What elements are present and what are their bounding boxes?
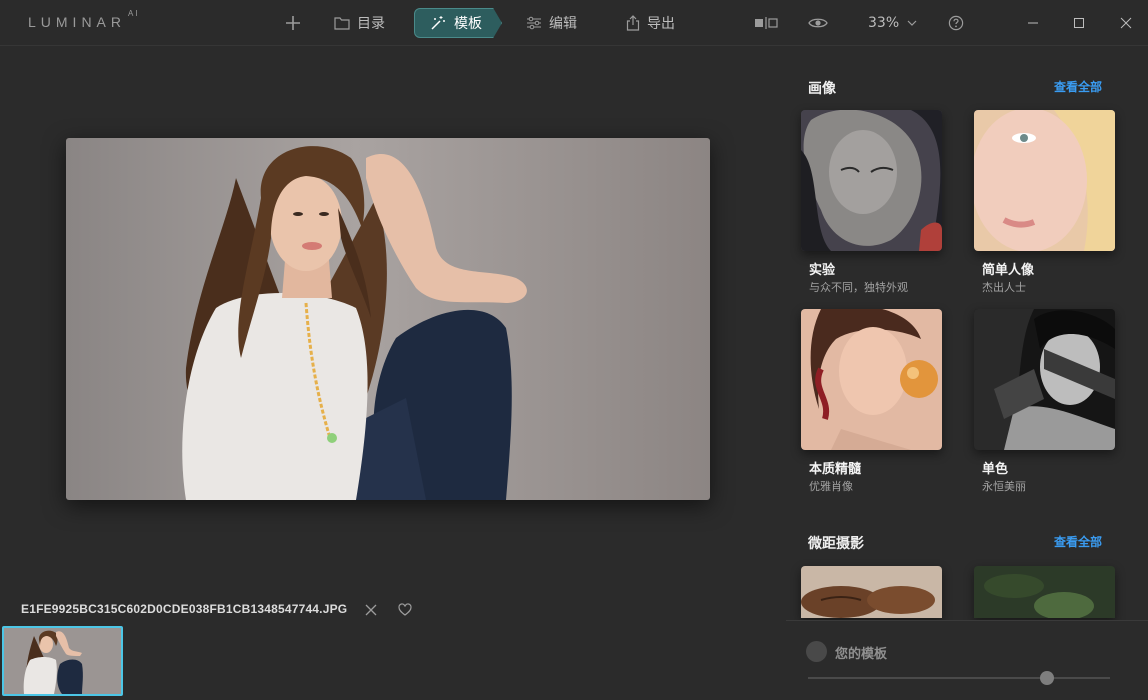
thumbnail-size-slider-track[interactable] [808,677,1110,679]
close-icon [365,604,377,616]
template-desc: 与众不同，独特外观 [809,281,908,294]
export-label: 导出 [647,16,675,32]
see-all-macro-link[interactable]: 查看全部 [1054,533,1102,550]
portrait-image [66,138,710,500]
thumbnail-size-slider-handle[interactable] [1040,671,1054,685]
template-name: 本质精髓 [809,462,862,477]
folder-icon [334,17,350,30]
template-card-essence[interactable]: 本质精髓 优雅肖像 [801,309,942,494]
template-name: 实验 [809,263,836,278]
help-icon [948,15,964,31]
minimize-button[interactable] [1022,12,1044,34]
catalog-tab[interactable]: 目录 [334,8,385,38]
template-card-monochrome[interactable]: 单色 永恒美丽 [974,309,1115,494]
template-thumbnail [974,566,1115,618]
section-title-portrait: 画像 [808,81,836,97]
share-icon [626,15,640,31]
template-thumbnail [974,309,1115,450]
catalog-label: 目录 [357,16,385,32]
template-card-macro-1[interactable] [801,566,942,618]
compare-icon [755,17,778,29]
see-all-portrait-link[interactable]: 查看全部 [1054,78,1102,95]
zoom-value: 33% [868,15,900,31]
favorite-button[interactable] [398,602,412,616]
sliders-icon [527,16,541,30]
templates-panel: 画像 查看全部 实验 与众不同，独特外观 简单人像 杰出人士 本质精髓 优雅肖像… [786,46,1148,700]
template-name: 简单人像 [982,263,1035,278]
template-thumbnail [801,309,942,450]
maximize-button[interactable] [1068,12,1090,34]
chevron-down-icon [907,20,917,26]
templates-label: 模板 [454,16,482,32]
image-filename: E1FE9925BC315C602D0CDE038FB1CB1348547744… [21,602,348,616]
template-card-experimental[interactable]: 实验 与众不同，独特外观 [801,110,942,295]
template-desc: 优雅肖像 [809,480,853,493]
close-window-button[interactable] [1115,12,1137,34]
template-desc: 永恒美丽 [982,480,1026,493]
preview-button[interactable] [808,8,828,38]
template-thumbnail [974,110,1115,251]
your-templates-icon [806,641,827,662]
edit-label: 编辑 [549,16,577,32]
plus-icon [286,16,300,30]
eye-icon [808,18,828,28]
template-name: 单色 [982,462,1009,477]
remove-image-button[interactable] [364,602,378,616]
zoom-dropdown[interactable]: 33% [868,8,917,38]
main-photo[interactable] [66,138,710,500]
add-photo-button[interactable] [284,8,302,38]
maximize-icon [1074,18,1084,28]
template-desc: 杰出人士 [982,281,1026,294]
heart-icon [398,603,412,616]
app-logo: LUMINARAI [28,9,140,30]
edit-tab[interactable]: 编辑 [526,8,577,38]
template-card-macro-2[interactable] [974,566,1115,618]
magic-wand-icon [431,16,445,30]
template-thumbnail [801,110,942,251]
template-card-simple-portrait[interactable]: 简单人像 杰出人士 [974,110,1115,295]
template-thumbnail [801,566,942,618]
templates-tab[interactable]: 模板 [414,8,502,38]
your-templates-bar: 您的模板 [786,620,1148,700]
compare-button[interactable] [754,8,778,38]
export-tab[interactable]: 导出 [626,8,675,38]
top-toolbar: LUMINARAI 目录 模板 编辑 导出 33% [0,0,1148,46]
close-icon [1120,17,1132,29]
help-button[interactable] [948,8,964,38]
filmstrip-thumbnail[interactable] [2,626,123,696]
section-title-macro: 微距摄影 [808,536,864,552]
minimize-icon [1028,22,1038,24]
your-templates-label[interactable]: 您的模板 [835,643,887,662]
thumbnail-image [4,628,121,694]
